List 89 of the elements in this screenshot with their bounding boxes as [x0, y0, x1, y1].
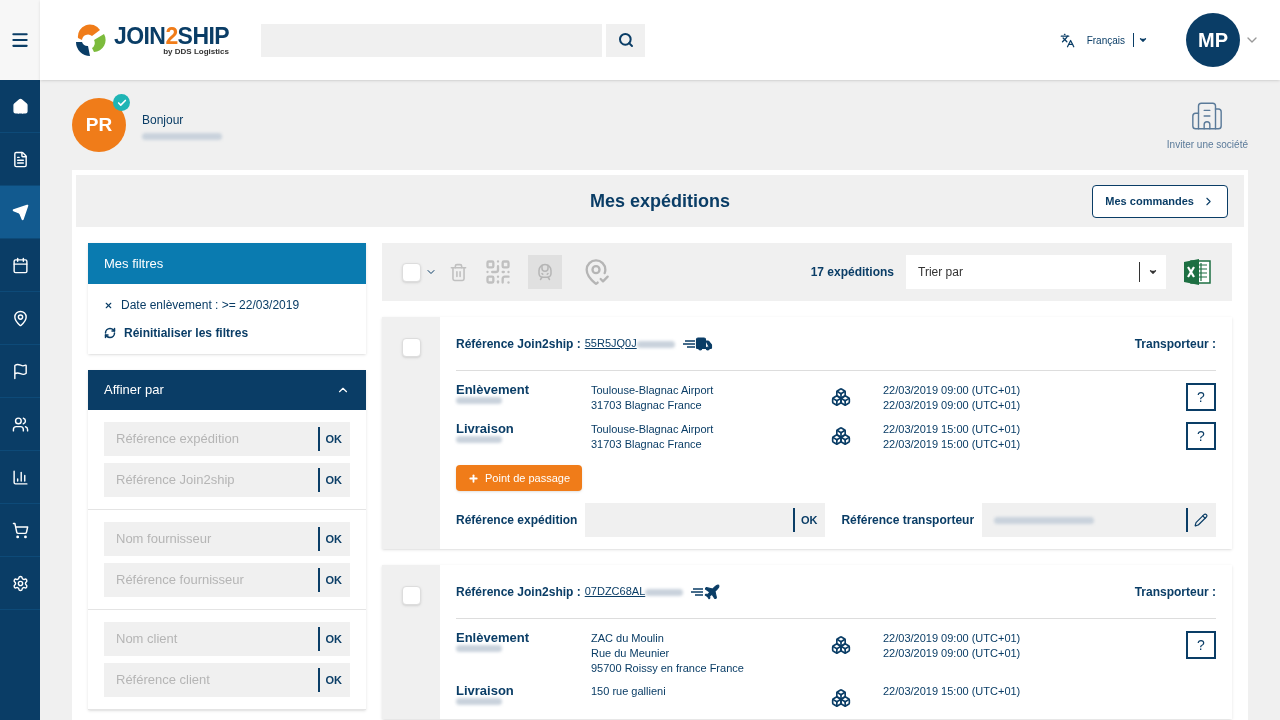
filter-field[interactable]: Nom fournisseur OK	[104, 522, 350, 556]
blurred-text	[456, 698, 502, 705]
ok-button[interactable]: OK	[792, 508, 822, 532]
caret-icon	[1138, 35, 1148, 45]
shipment-reference-label: Référence expédition	[456, 512, 578, 529]
appointment-calendar-icon[interactable]: ?	[1186, 631, 1216, 659]
stop-label: Enlèvement	[456, 631, 530, 645]
checkbox[interactable]	[402, 262, 421, 282]
address-line: 150 rue gallieni	[591, 684, 667, 699]
orders-button[interactable]: Mes commandes	[1092, 184, 1228, 218]
carrier-reference-label: Référence transporteur	[841, 512, 975, 529]
search-icon	[617, 32, 634, 48]
date-time: 22/03/2019 15:00 (UTC+01)	[883, 422, 1022, 437]
active-filter: Date enlèvement : >= 22/03/2019	[121, 297, 300, 314]
invite-company-button[interactable]: Inviter une société	[1166, 98, 1248, 152]
shipment-count: 17 expéditions	[810, 264, 894, 281]
blurred-text	[456, 645, 502, 652]
filter-field[interactable]: Référence client OK	[104, 663, 350, 697]
carrier-label: Transporteur :	[1134, 583, 1216, 601]
truck-icon	[682, 334, 713, 353]
refine-header[interactable]: Affiner par	[88, 370, 366, 410]
boxes-icon	[831, 426, 851, 446]
address-line: ZAC du Moulin	[591, 631, 665, 646]
date-time: 22/03/2019 15:00 (UTC+01)	[883, 684, 1022, 699]
blurred-text	[636, 340, 675, 348]
reference-label: Référence Join2ship :	[456, 583, 581, 601]
spreadsheet-icon[interactable]	[1182, 257, 1212, 287]
address-line: Toulouse-Blagnac Airport	[591, 422, 715, 437]
boxes-icon	[831, 635, 851, 655]
blurred-text	[456, 397, 502, 404]
checkbox[interactable]	[402, 338, 421, 357]
remove-filter-icon[interactable]	[104, 300, 113, 310]
address-line: Toulouse-Blagnac Airport	[591, 383, 715, 398]
caret-icon	[1148, 267, 1158, 277]
paper-plane-icon[interactable]	[0, 186, 40, 239]
reference-link[interactable]: 07DZC68AL	[584, 583, 684, 600]
date-time: 22/03/2019 09:00 (UTC+01)	[883, 646, 1022, 661]
greeting-text: Bonjour	[142, 111, 185, 129]
address-line: Rue du Meunier	[591, 646, 671, 661]
logo-tagline: by DDS Logistics	[163, 47, 229, 56]
plane-icon	[691, 582, 722, 601]
logo[interactable]: JOIN2SHIP by DDS Logistics	[72, 22, 229, 58]
page-title: Mes expéditions	[589, 189, 730, 213]
ok-button[interactable]: OK	[317, 627, 346, 651]
date-time: 22/03/2019 15:00 (UTC+01)	[883, 437, 1022, 452]
ok-button[interactable]: OK	[317, 468, 346, 492]
appointment-calendar-icon[interactable]: ?	[1186, 383, 1216, 411]
language-select[interactable]: Français	[1086, 32, 1148, 48]
ok-button[interactable]: OK	[317, 668, 346, 692]
date-time: 22/03/2019 09:00 (UTC+01)	[883, 631, 1022, 646]
carrier-label: Transporteur :	[1134, 335, 1216, 353]
reference-label: Référence Join2ship :	[456, 335, 581, 353]
filter-field[interactable]: Référence expédition OK	[104, 422, 350, 456]
address-line: 31703 Blagnac France	[591, 437, 703, 452]
sort-select[interactable]: Trier par	[906, 255, 1166, 289]
address-line: 95700 Roissy en france France	[591, 661, 745, 676]
blurred-text	[456, 436, 502, 443]
address-line: 31703 Blagnac France	[591, 398, 703, 413]
filter-field[interactable]: Nom client OK	[104, 622, 350, 656]
blurred-text	[645, 588, 684, 596]
pencil-icon[interactable]	[1194, 513, 1208, 527]
carrier-reference-field[interactable]	[982, 503, 1216, 537]
filters-header: Mes filtres	[88, 243, 366, 284]
stop-label: Livraison	[456, 422, 515, 436]
stop-label: Enlèvement	[456, 383, 530, 397]
refresh-icon	[104, 327, 116, 339]
stop-label: Livraison	[456, 684, 515, 698]
date-time: 22/03/2019 09:00 (UTC+01)	[883, 383, 1022, 398]
checkbox[interactable]	[402, 586, 421, 605]
boxes-icon	[831, 387, 851, 407]
reference-link[interactable]: 55R5JQ0J	[584, 335, 675, 352]
logo-text: JOIN2SHIP	[114, 24, 229, 48]
ok-button[interactable]: OK	[317, 568, 346, 592]
menu-icon[interactable]	[10, 30, 30, 50]
search-button[interactable]	[606, 23, 645, 57]
user-avatar[interactable]: MP	[1186, 13, 1240, 67]
boxes-icon	[831, 688, 851, 708]
profile-avatar: PR	[72, 98, 126, 152]
translate-icon	[1059, 32, 1075, 48]
shipment-reference-field[interactable]: OK	[585, 503, 826, 537]
date-time: 22/03/2019 09:00 (UTC+01)	[883, 398, 1022, 413]
filter-field[interactable]: Référence Join2ship OK	[104, 463, 350, 497]
ok-button[interactable]: OK	[317, 427, 346, 451]
filter-field[interactable]: Référence fournisseur OK	[104, 563, 350, 597]
plus-icon	[468, 472, 479, 484]
appointment-calendar-icon[interactable]: ?	[1186, 422, 1216, 450]
train-icon	[536, 263, 554, 281]
ok-button[interactable]: OK	[317, 527, 346, 551]
reset-filters-link[interactable]: Réinitialiser les filtres	[104, 324, 350, 342]
